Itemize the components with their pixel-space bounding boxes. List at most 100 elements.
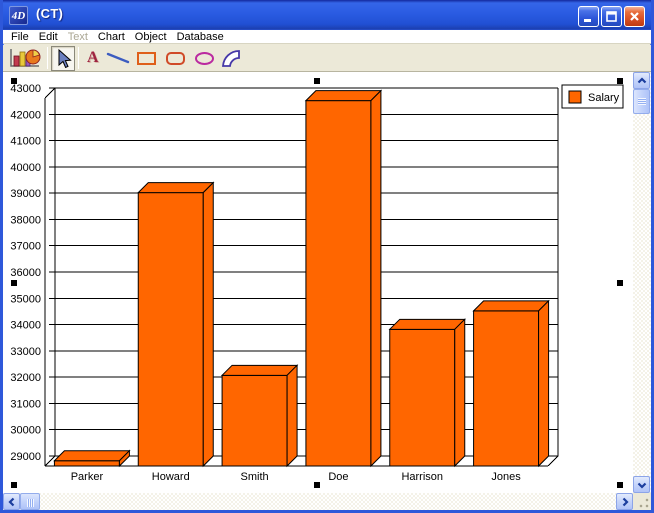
- selection-handle[interactable]: [617, 78, 623, 84]
- legend-label: Salary: [588, 92, 620, 104]
- y-axis-tick-label: 42000: [10, 109, 41, 121]
- y-axis-tick-label: 29000: [10, 451, 41, 463]
- arc-tool[interactable]: [219, 46, 245, 71]
- y-axis-tick-label: 31000: [10, 398, 41, 410]
- y-axis-tick-label: 41000: [10, 136, 41, 148]
- scroll-left-button[interactable]: [3, 493, 20, 510]
- horizontal-scrollbar[interactable]: [3, 493, 633, 510]
- x-axis-category-label: Howard: [152, 471, 190, 483]
- x-axis-category-label: Jones: [491, 471, 521, 483]
- arrow-cursor-icon: [53, 48, 73, 69]
- y-axis-tick-label: 39000: [10, 188, 41, 200]
- vertical-scrollbar[interactable]: [633, 72, 651, 493]
- bar-side[interactable]: [287, 365, 297, 466]
- minimize-icon: [582, 10, 595, 23]
- y-axis-tick-label: 36000: [10, 267, 41, 279]
- bar-top[interactable]: [306, 91, 381, 101]
- oval-tool[interactable]: [190, 46, 219, 71]
- frame-slant-bottom-right: [548, 456, 558, 466]
- y-axis-tick-label: 32000: [10, 372, 41, 384]
- selection-handle[interactable]: [617, 280, 623, 286]
- rectangle-icon: [137, 52, 156, 65]
- chevron-down-icon: [635, 478, 649, 492]
- mini-chart-icon: [8, 47, 42, 70]
- bar-top[interactable]: [474, 301, 549, 311]
- arc-icon: [221, 49, 243, 68]
- x-axis-category-label: Parker: [71, 471, 104, 483]
- chevron-right-icon: [618, 495, 632, 509]
- scroll-down-button[interactable]: [633, 476, 650, 493]
- chart-object[interactable]: 43000 42000 41000 40000 39000 38000 37000 36000…: [3, 72, 633, 493]
- menu-edit[interactable]: Edit: [34, 31, 63, 43]
- legend-swatch: [569, 91, 581, 103]
- bar-front[interactable]: [138, 193, 203, 466]
- y-axis-tick-label: 33000: [10, 346, 41, 358]
- selection-handle[interactable]: [11, 78, 17, 84]
- y-axis-tick-label: 30000: [10, 425, 41, 437]
- close-icon: [628, 10, 641, 23]
- scroll-up-button[interactable]: [633, 72, 650, 89]
- y-axis-tick-label: 34000: [10, 320, 41, 332]
- bar-top[interactable]: [222, 365, 297, 375]
- menu-object[interactable]: Object: [130, 31, 172, 43]
- bar-top[interactable]: [138, 183, 213, 193]
- line-tool[interactable]: [104, 46, 132, 71]
- app-window: 4D (CT) File Edit Text Chart Object Data…: [0, 0, 654, 513]
- y-axis-tick-label: 38000: [10, 214, 41, 226]
- maximize-icon: [605, 10, 618, 23]
- selection-handle[interactable]: [11, 280, 17, 286]
- x-axis-category-label: Doe: [328, 471, 348, 483]
- bar-front[interactable]: [54, 461, 119, 466]
- text-tool[interactable]: A: [82, 46, 104, 71]
- x-axis-category-label: Smith: [241, 471, 269, 483]
- resize-grip[interactable]: [633, 493, 651, 510]
- maximize-button[interactable]: [601, 6, 622, 27]
- menu-bar: File Edit Text Chart Object Database: [3, 30, 651, 44]
- bar-front[interactable]: [390, 329, 455, 466]
- chevron-left-icon: [5, 495, 19, 509]
- bar-front[interactable]: [474, 311, 539, 466]
- menu-chart[interactable]: Chart: [93, 31, 130, 43]
- horizontal-scroll-thumb[interactable]: [20, 493, 40, 510]
- selection-handle[interactable]: [314, 482, 320, 488]
- x-axis-category-label: Harrison: [401, 471, 443, 483]
- title-bar[interactable]: 4D (CT): [0, 0, 654, 30]
- menu-database[interactable]: Database: [172, 31, 229, 43]
- app-icon-4d: 4D: [9, 6, 28, 25]
- bar-side[interactable]: [203, 183, 213, 466]
- rectangle-tool[interactable]: [132, 46, 161, 71]
- y-axis-tick-label: 35000: [10, 293, 41, 305]
- y-axis-tick-label: 37000: [10, 241, 41, 253]
- bar-front[interactable]: [222, 375, 287, 466]
- chart-type-tool[interactable]: [6, 46, 44, 71]
- selection-handle[interactable]: [617, 482, 623, 488]
- document-area[interactable]: 43000 42000 41000 40000 39000 38000 37000 36000…: [3, 72, 633, 493]
- close-button[interactable]: [624, 6, 645, 27]
- y-axis-tick-label: 40000: [10, 162, 41, 174]
- rounded-rectangle-icon: [166, 52, 185, 65]
- oval-icon: [195, 52, 214, 65]
- line-icon: [106, 50, 130, 66]
- toolbar-separator: [78, 47, 79, 69]
- chevron-up-icon: [635, 74, 649, 88]
- rounded-rectangle-tool[interactable]: [161, 46, 190, 71]
- selection-handle[interactable]: [314, 78, 320, 84]
- scroll-right-button[interactable]: [616, 493, 633, 510]
- bar-top[interactable]: [54, 451, 129, 461]
- menu-file[interactable]: File: [6, 31, 34, 43]
- bar-top[interactable]: [390, 319, 465, 329]
- y-axis-tick-label: 43000: [10, 83, 41, 95]
- vertical-scroll-thumb[interactable]: [633, 89, 650, 114]
- bar-side[interactable]: [539, 301, 549, 466]
- bar-front[interactable]: [306, 101, 371, 466]
- window-title: (CT): [36, 6, 63, 21]
- frame-slant-top-left: [45, 88, 55, 98]
- menu-text: Text: [63, 31, 93, 43]
- minimize-button[interactable]: [578, 6, 599, 27]
- toolbar: A: [3, 45, 651, 72]
- toolbar-separator: [47, 47, 48, 69]
- pointer-tool[interactable]: [51, 46, 75, 71]
- bar-side[interactable]: [455, 319, 465, 466]
- bar-side[interactable]: [371, 91, 381, 466]
- selection-handle[interactable]: [11, 482, 17, 488]
